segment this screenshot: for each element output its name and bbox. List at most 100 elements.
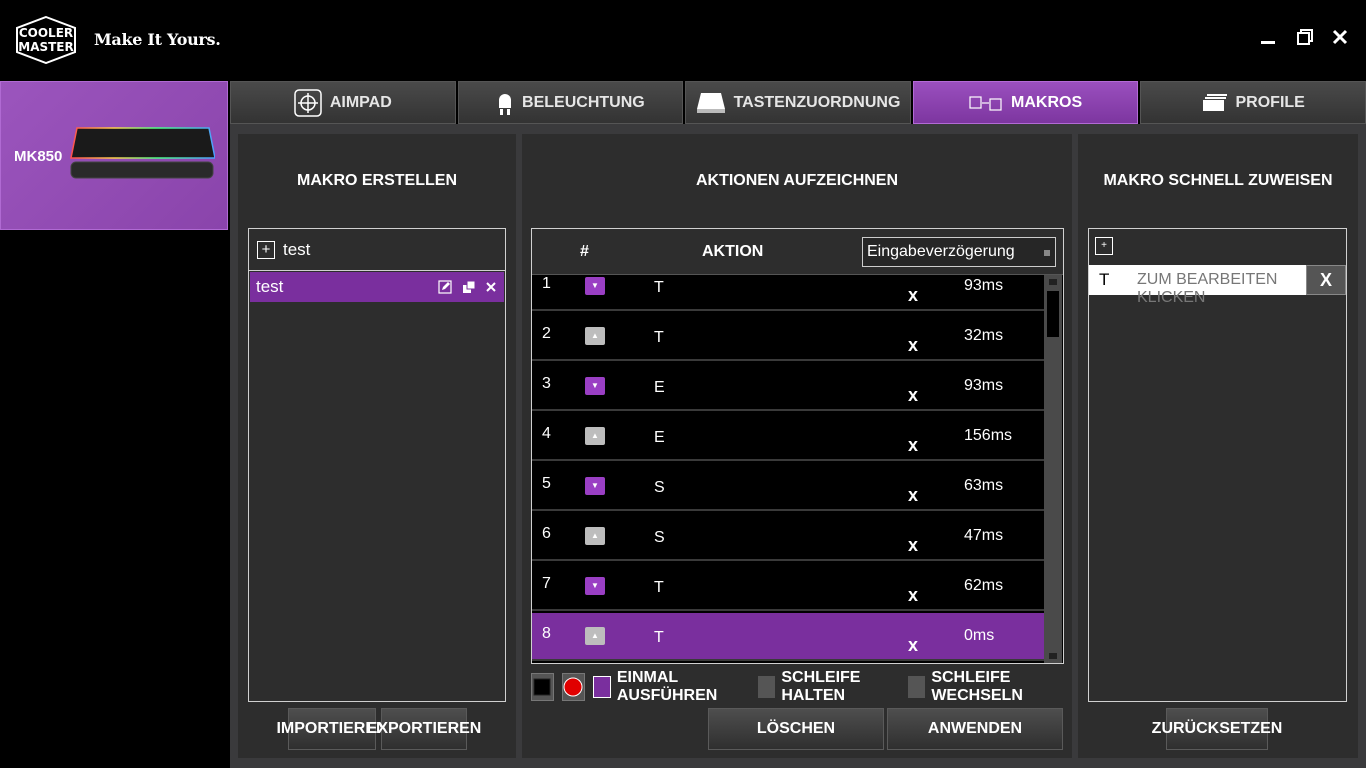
apply-button[interactable]: ANWENDEN <box>887 708 1063 750</box>
table-row-selected[interactable]: 8 ▲ T x 0ms <box>532 613 1044 661</box>
row-num: 1 <box>542 275 551 292</box>
svg-text:COOLER: COOLER <box>19 26 73 40</box>
tab-label: PROFILE <box>1235 93 1305 111</box>
loop-toggle-checkbox[interactable] <box>907 676 926 698</box>
key-up-icon: ▲ <box>585 527 605 545</box>
create-macro-panel: MAKRO ERSTELLEN + test test IMPORTIEREN … <box>238 134 516 758</box>
row-key: S <box>654 529 665 546</box>
row-key: T <box>654 329 664 346</box>
table-row[interactable]: 1 ▼ T x 93ms <box>532 275 1044 311</box>
assign-macro-field[interactable]: ZUM BEARBEITEN KLICKEN <box>1137 265 1306 306</box>
record-actions-panel: AKTIONEN AUFZEICHNEN # AKTION Eingabever… <box>522 134 1072 758</box>
add-macro-icon[interactable]: + <box>257 240 275 259</box>
assign-key: T <box>1089 265 1137 295</box>
key-down-icon: ▼ <box>585 377 605 395</box>
assignment-row[interactable]: T ZUM BEARBEITEN KLICKEN X <box>1089 265 1346 306</box>
row-delete-button[interactable]: x <box>908 435 918 456</box>
macro-icon <box>969 95 1002 111</box>
row-num: 2 <box>542 325 551 342</box>
title-bar: COOLER MASTER Make It Yours. <box>0 0 1366 80</box>
loop-hold-checkbox[interactable] <box>757 676 776 698</box>
tab-tastenzuordnung[interactable]: TASTENZUORDNUNG <box>685 81 911 124</box>
macro-group-header[interactable]: + test <box>249 229 505 271</box>
macro-group-name: test <box>283 239 311 259</box>
table-row[interactable]: 7 ▼ T x 62ms <box>532 563 1044 611</box>
assign-header: + <box>1089 229 1346 265</box>
row-delay[interactable]: 63ms <box>964 477 1003 495</box>
table-row[interactable]: 4 ▲ E x 156ms <box>532 413 1044 461</box>
row-num: 4 <box>542 425 551 442</box>
duplicate-icon[interactable] <box>462 280 476 294</box>
record-icon <box>563 677 583 697</box>
remove-assignment-button[interactable]: X <box>1306 265 1346 295</box>
row-key: T <box>654 629 664 646</box>
row-delay[interactable]: 93ms <box>964 377 1003 395</box>
tab-label: BELEUCHTUNG <box>522 93 645 111</box>
table-row[interactable]: 5 ▼ S x 63ms <box>532 463 1044 511</box>
scroll-thumb[interactable] <box>1047 291 1059 337</box>
delete-icon[interactable] <box>486 282 496 292</box>
table-row[interactable]: 2 ▲ T x 32ms <box>532 313 1044 361</box>
delay-mode-value: Eingabeverzögerung <box>867 243 1015 260</box>
record-button[interactable] <box>561 673 585 701</box>
row-delete-button[interactable]: x <box>908 385 918 406</box>
scroll-down-icon[interactable] <box>1049 653 1057 659</box>
actions-table: # AKTION Eingabeverzögerung 1 ▼ T x 93ms… <box>531 228 1064 664</box>
key-up-icon: ▲ <box>585 627 605 645</box>
table-header: # AKTION Eingabeverzögerung <box>532 229 1063 275</box>
loop-hold-label: SCHLEIFE HALTEN <box>781 669 861 704</box>
row-num: 3 <box>542 375 551 392</box>
row-delay[interactable]: 32ms <box>964 327 1003 345</box>
edit-icon[interactable] <box>438 280 452 294</box>
row-delay[interactable]: 47ms <box>964 527 1003 545</box>
reset-button[interactable]: ZURÜCKSETZEN <box>1152 708 1282 750</box>
svg-text:MASTER: MASTER <box>18 40 74 54</box>
row-delete-button[interactable]: x <box>908 485 918 506</box>
import-button[interactable]: IMPORTIEREN <box>276 708 388 750</box>
delete-button[interactable]: LÖSCHEN <box>708 708 884 750</box>
tab-profile[interactable]: PROFILE <box>1140 81 1366 124</box>
col-num: # <box>580 243 589 260</box>
device-tile[interactable]: MK850 <box>0 81 228 230</box>
key-down-icon: ▼ <box>585 477 605 495</box>
row-delete-button[interactable]: x <box>908 585 918 606</box>
minimize-button[interactable] <box>1255 26 1281 52</box>
close-button[interactable] <box>1327 26 1353 52</box>
tab-label: AIMPAD <box>329 93 392 111</box>
crosshair-icon <box>294 88 322 117</box>
panel-title: AKTIONEN AUFZEICHNEN <box>695 172 899 189</box>
delay-mode-select[interactable]: Eingabeverzögerung <box>862 237 1056 267</box>
macro-item[interactable]: test <box>250 272 504 302</box>
row-key: T <box>654 279 664 296</box>
run-once-checkbox[interactable] <box>592 676 611 698</box>
stop-button[interactable] <box>531 673 554 701</box>
device-name: MK850 <box>14 148 63 165</box>
bulb-icon <box>499 93 512 115</box>
row-delay[interactable]: 93ms <box>964 277 1003 295</box>
row-delete-button[interactable]: x <box>908 535 918 556</box>
panel-title: MAKRO ERSTELLEN <box>297 172 457 189</box>
key-down-icon: ▼ <box>585 577 605 595</box>
row-delete-button[interactable]: x <box>908 335 918 356</box>
table-row[interactable]: 3 ▼ E x 93ms <box>532 363 1044 411</box>
assign-list: + T ZUM BEARBEITEN KLICKEN X <box>1088 228 1347 702</box>
row-delete-button[interactable]: x <box>908 285 918 306</box>
row-delay[interactable]: 62ms <box>964 577 1003 595</box>
tab-aimpad[interactable]: AIMPAD <box>230 81 456 124</box>
table-row[interactable]: 6 ▲ S x 47ms <box>532 513 1044 561</box>
tab-makros[interactable]: MAKROS <box>912 81 1139 124</box>
restore-button[interactable] <box>1292 26 1318 52</box>
loop-toggle-label: SCHLEIFE WECHSELN <box>931 669 1023 704</box>
export-button[interactable]: EXPORTIEREN <box>367 708 481 750</box>
scroll-up-icon[interactable] <box>1049 279 1057 285</box>
row-delay[interactable]: 0ms <box>964 627 994 645</box>
row-delay[interactable]: 156ms <box>964 427 1012 445</box>
row-num: 8 <box>542 625 551 642</box>
keyboard-image <box>70 127 215 179</box>
tab-beleuchtung[interactable]: BELEUCHTUNG <box>457 81 684 124</box>
table-scrollbar[interactable] <box>1044 275 1062 663</box>
row-delete-button[interactable]: x <box>908 635 918 656</box>
macro-item-name: test <box>256 277 284 296</box>
macro-list: + test test <box>248 228 506 702</box>
add-assignment-icon[interactable]: + <box>1095 237 1113 255</box>
